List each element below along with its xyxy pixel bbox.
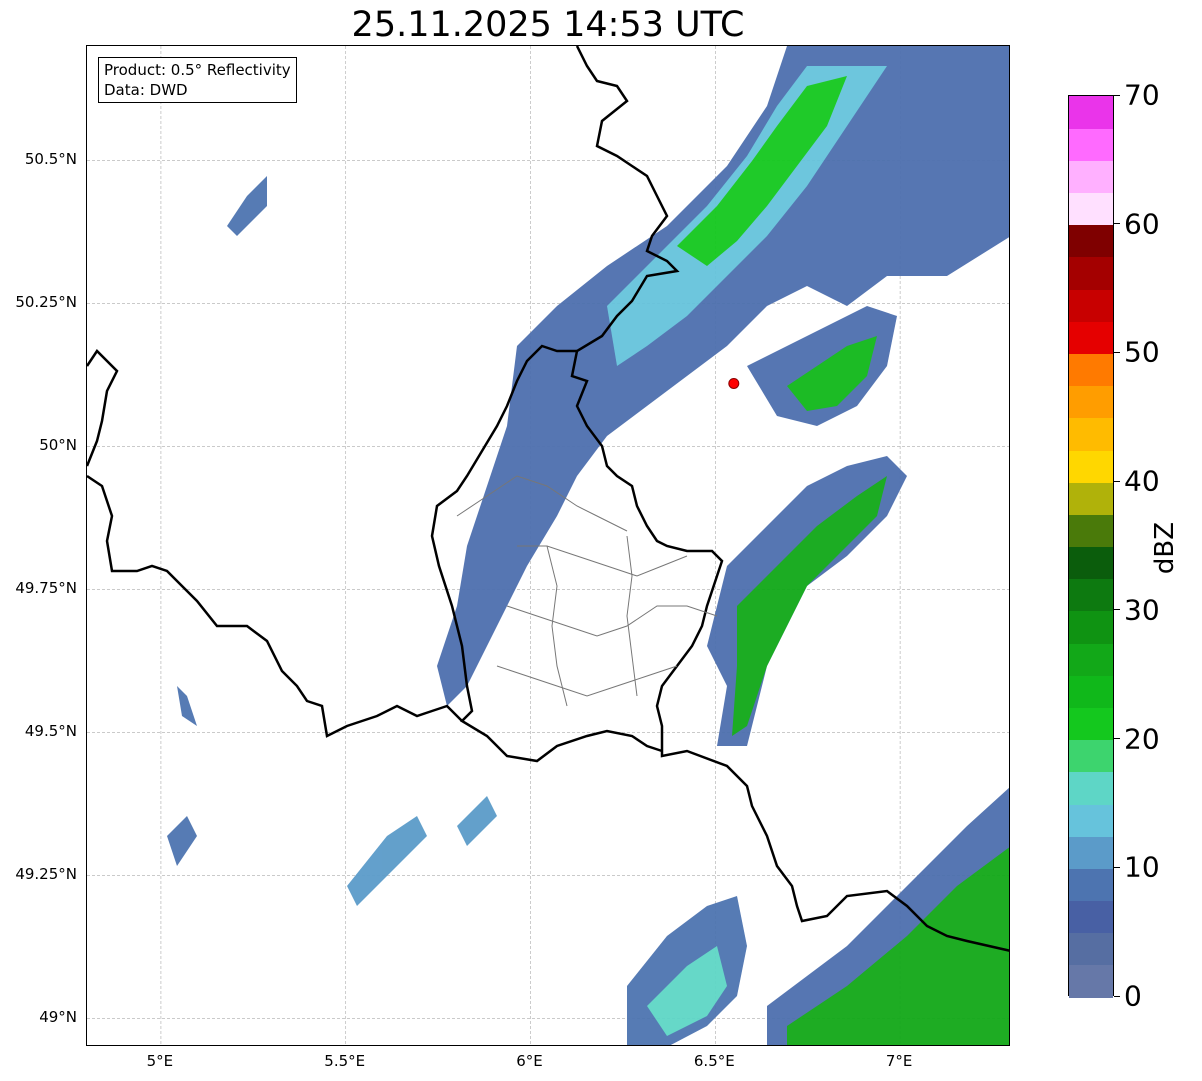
colorbar-tick-label: 10 (1124, 850, 1160, 884)
colorbar-segment (1069, 868, 1113, 902)
lon-tick-label: 5.5°E (324, 1052, 366, 1070)
colorbar-tick-mark (1114, 738, 1120, 740)
colorbar-segment (1069, 224, 1113, 258)
colorbar-segment (1069, 578, 1113, 612)
colorbar-tick-label: 20 (1124, 722, 1160, 756)
colorbar-segment (1069, 321, 1113, 355)
lat-tick-label: 49.5°N (24, 722, 77, 741)
colorbar-tick-label: 0 (1124, 979, 1142, 1013)
colorbar-tick-mark (1114, 351, 1120, 353)
product-label: Product: 0.5° Reflectivity (104, 61, 291, 79)
colorbar-segment (1069, 675, 1113, 708)
echo-streak-3 (347, 816, 427, 906)
lat-tick-label: 50.25°N (15, 293, 77, 312)
echo-streak-5 (177, 686, 197, 726)
lon-tick-label: 6.5°E (693, 1052, 735, 1070)
lon-tick-label: 7°E (885, 1052, 913, 1070)
colorbar-tick-label: 40 (1124, 464, 1160, 498)
colorbar-segment (1069, 482, 1113, 515)
colorbar-tick-mark (1114, 94, 1120, 96)
colorbar-segment (1069, 128, 1113, 161)
echo-streak-2 (167, 816, 197, 866)
map-title: 25.11.2025 14:53 UTC (351, 5, 745, 45)
colorbar-tick-label: 70 (1124, 78, 1160, 112)
colorbar-tick-mark (1114, 995, 1120, 997)
colorbar-segment (1069, 643, 1113, 676)
colorbar-segment (1069, 803, 1113, 837)
colorbar-segment (1069, 932, 1113, 966)
radar-site-marker[interactable] (728, 377, 740, 389)
colorbar-segment (1069, 610, 1113, 644)
country-border-belgium-west (87, 349, 119, 467)
colorbar-segment (1069, 289, 1113, 322)
colorbar-segment (1069, 900, 1113, 934)
lat-tick-label: 50.5°N (24, 150, 77, 169)
colorbar-segment (1069, 449, 1113, 483)
product-info-box: Product: 0.5° Reflectivity Data: DWD (98, 57, 297, 103)
map-svg (87, 46, 1009, 1045)
echo-corner-southeast-core (787, 847, 1009, 1045)
colorbar-segment (1069, 417, 1113, 451)
echo-streak-4 (457, 796, 497, 846)
colorbar-segment (1069, 256, 1113, 290)
country-border-france (87, 474, 463, 738)
colorbar-segment (1069, 964, 1113, 998)
echo-streak-1 (227, 176, 267, 236)
data-source-label: Data: DWD (104, 81, 188, 99)
colorbar-segment (1069, 353, 1113, 387)
colorbar-tick-mark (1114, 866, 1120, 868)
colorbar-segment (1069, 96, 1113, 129)
colorbar-segment (1069, 836, 1113, 869)
lon-tick-label: 6°E (516, 1052, 543, 1070)
lat-tick-label: 49.75°N (15, 579, 77, 598)
colorbar-segment (1069, 385, 1113, 419)
colorbar-segment (1069, 160, 1113, 194)
colorbar-segment (1069, 707, 1113, 741)
colorbar-tick-mark (1114, 223, 1120, 225)
colorbar-tick-label: 50 (1124, 335, 1160, 369)
colorbar-unit-label: dBZ (1150, 521, 1180, 575)
colorbar-segment (1069, 739, 1113, 773)
colorbar-tick-mark (1114, 609, 1120, 611)
lat-tick-label: 50°N (39, 436, 77, 455)
radar-echoes (167, 46, 1009, 1045)
lon-tick-label: 5°E (146, 1052, 174, 1070)
colorbar-segment (1069, 192, 1113, 226)
colorbar-tick-mark (1114, 480, 1120, 482)
colorbar-tick-label: 30 (1124, 593, 1160, 627)
colorbar-tick-label: 60 (1124, 207, 1160, 241)
radar-map[interactable]: Product: 0.5° Reflectivity Data: DWD (86, 45, 1010, 1046)
lat-tick-label: 49°N (39, 1008, 77, 1027)
colorbar (1068, 95, 1114, 998)
lat-tick-label: 49.25°N (15, 865, 77, 884)
colorbar-segment (1069, 546, 1113, 580)
colorbar-segment (1069, 514, 1113, 548)
colorbar-segment (1069, 771, 1113, 805)
